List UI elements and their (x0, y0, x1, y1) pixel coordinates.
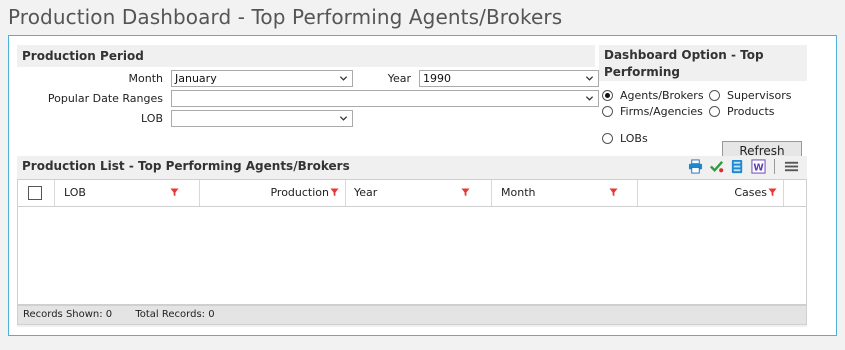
word-icon[interactable]: W (751, 159, 766, 174)
production-period-section: Production Period Month January Year 199… (17, 45, 599, 133)
month-label: Month (128, 72, 163, 85)
radio-lobs[interactable]: LOBs (602, 132, 648, 145)
menu-icon[interactable] (784, 159, 799, 174)
records-shown: Records Shown: 0 (23, 309, 113, 320)
radio-dot (709, 106, 720, 117)
production-period-title: Production Period (22, 49, 144, 63)
toolbar-divider (772, 159, 778, 174)
filter-icon[interactable] (461, 188, 470, 197)
column-lob[interactable]: LOB (55, 180, 200, 206)
date-ranges-select[interactable] (171, 90, 599, 107)
column-cases[interactable]: Cases (638, 180, 784, 206)
radio-label: Firms/Agencies (620, 105, 703, 118)
column-year[interactable]: Year (346, 180, 492, 206)
radio-label: Supervisors (727, 89, 792, 102)
svg-text:W: W (753, 162, 764, 173)
lob-label: LOB (141, 112, 163, 125)
filter-icon[interactable] (170, 188, 179, 197)
radio-agents-brokers[interactable]: Agents/Brokers (602, 89, 704, 102)
column-label: LOB (64, 186, 86, 199)
grid-header: LOB Production Year Month Cases (18, 180, 806, 207)
radio-dot (602, 133, 613, 144)
month-value: January (175, 72, 217, 85)
production-list-section: Production List - Top Performing Agents/… (17, 156, 807, 327)
radio-firms-agencies[interactable]: Firms/Agencies (602, 105, 703, 118)
chevron-down-icon (339, 116, 348, 121)
filter-icon[interactable] (768, 188, 777, 197)
filter-icon[interactable] (330, 188, 339, 197)
column-label: Month (501, 186, 536, 199)
radio-label: Agents/Brokers (620, 89, 704, 102)
radio-dot (602, 106, 613, 117)
year-label: Year (387, 72, 411, 85)
production-grid: LOB Production Year Month Cases (17, 179, 807, 305)
lob-select[interactable] (171, 110, 353, 127)
radio-label: Products (727, 105, 775, 118)
column-month[interactable]: Month (492, 180, 638, 206)
column-spacer (784, 180, 806, 206)
radio-label: LOBs (620, 132, 648, 145)
chevron-down-icon (585, 76, 594, 81)
select-all-cell (18, 180, 55, 206)
dashboard-option-title: Dashboard Option - Top Performing (604, 48, 764, 79)
main-panel: Production Period Month January Year 199… (8, 35, 837, 336)
total-records: Total Records: 0 (135, 309, 215, 320)
radio-supervisors[interactable]: Supervisors (709, 89, 792, 102)
column-label: Production (270, 186, 329, 199)
checkmark-icon[interactable] (709, 159, 724, 174)
page-title: Production Dashboard - Top Performing Ag… (8, 5, 563, 29)
export-icon[interactable] (730, 159, 745, 174)
grid-footer: Records Shown: 0 Total Records: 0 (17, 305, 807, 325)
list-toolbar: W (688, 159, 799, 174)
month-select[interactable]: January (171, 70, 353, 87)
date-ranges-label: Popular Date Ranges (47, 92, 163, 105)
year-value: 1990 (423, 72, 451, 85)
production-list-title: Production List - Top Performing Agents/… (22, 159, 350, 173)
year-select[interactable]: 1990 (419, 70, 599, 87)
column-production[interactable]: Production (200, 180, 346, 206)
select-all-checkbox[interactable] (28, 186, 42, 200)
column-label: Cases (734, 186, 767, 199)
filter-icon[interactable] (609, 188, 618, 197)
column-label: Year (354, 186, 378, 199)
printer-icon[interactable] (688, 159, 703, 174)
chevron-down-icon (585, 96, 594, 101)
radio-products[interactable]: Products (709, 105, 775, 118)
dashboard-option-section: Dashboard Option - Top Performing Agents… (599, 45, 807, 161)
radio-dot (602, 90, 613, 101)
radio-dot (709, 90, 720, 101)
